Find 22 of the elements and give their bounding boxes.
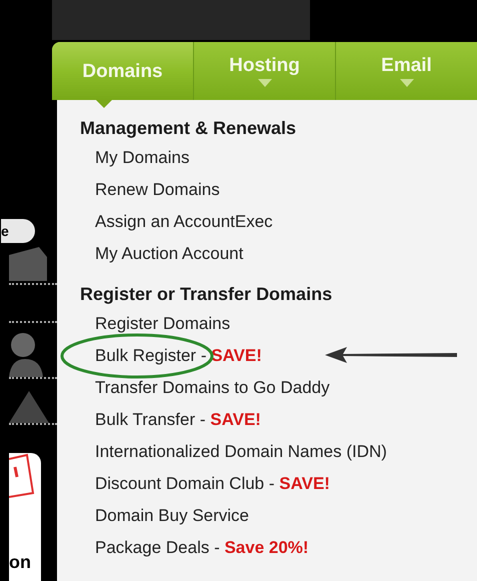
figure-icon — [9, 245, 47, 281]
menu-link[interactable]: Bulk Register - SAVE! — [95, 343, 262, 369]
menu-link[interactable]: My Domains — [95, 145, 190, 171]
person-icon — [9, 331, 45, 377]
menu-link[interactable]: Transfer Domains to Go Daddy — [95, 375, 330, 401]
menu-link[interactable]: Renew Domains — [95, 177, 220, 203]
menu-link[interactable]: Discount Domain Club - SAVE! — [95, 471, 330, 497]
menu-link[interactable]: My Auction Account — [95, 241, 244, 267]
pill-button[interactable]: e — [1, 219, 35, 243]
menu-link[interactable]: Package Deals - Save 20%! — [95, 535, 309, 561]
pointer-icon — [96, 100, 112, 108]
section-heading: Register or Transfer Domains — [80, 283, 334, 306]
arrow-icon — [325, 346, 457, 364]
menu-link[interactable]: Register Domains — [95, 311, 230, 337]
card-label: on — [9, 553, 32, 571]
section-heading: Management & Renewals — [80, 117, 298, 140]
menu-link[interactable]: Assign an AccountExec — [95, 209, 273, 235]
caret-icon — [258, 78, 272, 86]
menu-link[interactable]: Bulk Transfer - SAVE! — [95, 407, 261, 433]
menu-link[interactable]: Domain Buy Service — [95, 503, 250, 529]
menu-link[interactable]: Internationalized Domain Names (IDN) — [95, 439, 387, 465]
caret-icon — [400, 78, 414, 86]
